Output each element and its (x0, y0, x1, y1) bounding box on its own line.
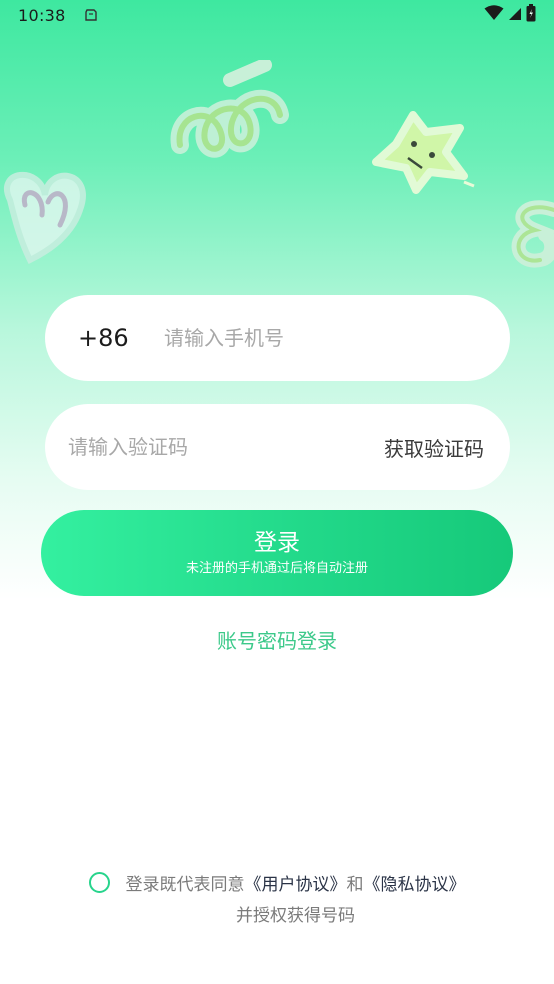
star-face-doodle-decoration (372, 111, 475, 194)
country-code[interactable]: +86 (78, 324, 164, 352)
agreement-line2: 并授权获得号码 (236, 906, 355, 926)
phone-input[interactable] (164, 318, 464, 358)
status-time: 10:38 (18, 5, 66, 25)
battery-icon (526, 4, 536, 26)
login-button-subtitle: 未注册的手机通过后将自动注册 (185, 561, 368, 576)
login-button-label: 登录 (254, 530, 300, 556)
verification-code-field[interactable]: 获取验证码 (45, 404, 510, 490)
phone-field[interactable]: +86 (45, 295, 510, 381)
account-password-login-link[interactable]: 账号密码登录 (0, 625, 554, 654)
verification-code-input[interactable] (68, 427, 348, 467)
agreement-text: 登录既代表同意《用户协议》和《隐私协议》 并授权获得号码 (126, 870, 466, 932)
agreement-prefix: 登录既代表同意 (125, 875, 245, 895)
heart-doodle-decoration (4, 171, 86, 265)
status-bar: 10:38 (0, 0, 554, 30)
wifi-icon (484, 5, 504, 25)
agreement-section: 登录既代表同意《用户协议》和《隐私协议》 并授权获得号码 (0, 870, 554, 932)
get-code-button[interactable]: 获取验证码 (384, 433, 484, 462)
notification-icon (84, 8, 98, 22)
user-agreement-link[interactable]: 《用户协议》 (245, 875, 347, 895)
squiggle-doodle-decoration (511, 200, 554, 268)
login-button[interactable]: 登录 未注册的手机通过后将自动注册 (41, 510, 513, 596)
spiral-doodle-decoration (170, 60, 289, 158)
agreement-and: 和 (346, 875, 364, 895)
agreement-checkbox[interactable] (88, 872, 110, 893)
cell-signal-icon (508, 6, 522, 25)
privacy-agreement-link[interactable]: 《隐私协议》 (364, 875, 466, 895)
